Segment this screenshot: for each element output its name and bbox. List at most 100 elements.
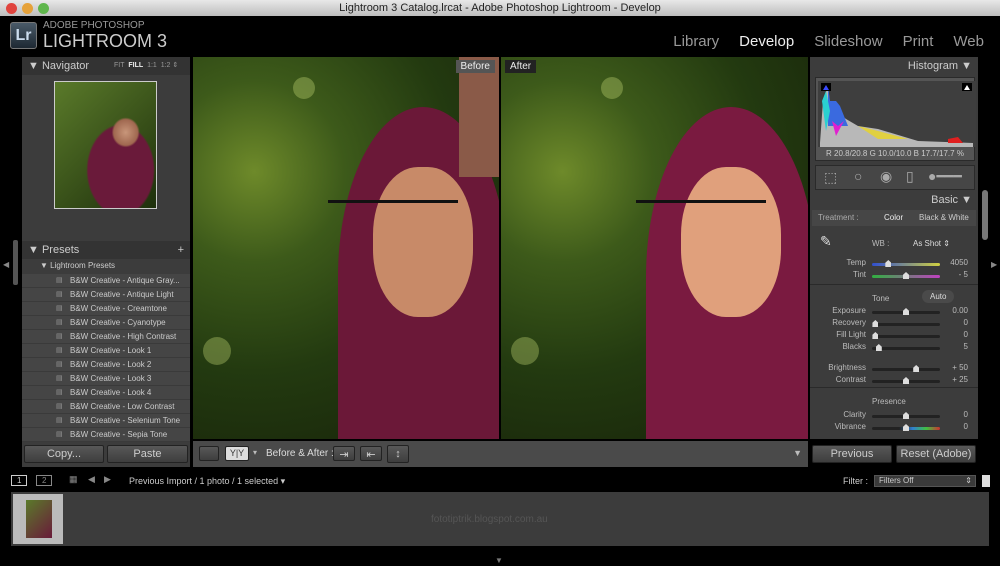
left-scrollbar[interactable] bbox=[13, 240, 18, 285]
slider-thumb[interactable] bbox=[913, 365, 920, 372]
add-preset-button[interactable]: + bbox=[178, 241, 184, 259]
preset-item[interactable]: B&W Creative - Look 1 bbox=[22, 344, 190, 358]
zoom-fill[interactable]: FILL bbox=[128, 62, 143, 69]
slider-track[interactable] bbox=[872, 320, 940, 327]
slider-track[interactable] bbox=[872, 344, 940, 351]
slider-thumb[interactable] bbox=[903, 412, 909, 419]
filmstrip-source[interactable]: Previous Import / 1 photo / 1 selected ▾ bbox=[129, 476, 285, 487]
reset-button[interactable]: Reset (Adobe) bbox=[896, 445, 976, 463]
slider-track[interactable] bbox=[872, 424, 940, 431]
preset-item[interactable]: B&W Creative - Look 4 bbox=[22, 386, 190, 400]
slider-vibrance[interactable]: Vibrance 0 bbox=[810, 422, 978, 434]
view-dropdown-icon[interactable]: ▾ bbox=[253, 448, 257, 457]
after-photo[interactable]: After bbox=[501, 57, 808, 439]
slider-tint[interactable]: Tint - 5 bbox=[810, 270, 978, 282]
spot-removal-icon[interactable]: ○ bbox=[854, 168, 862, 184]
slider-track[interactable] bbox=[872, 412, 940, 419]
preset-item[interactable]: B&W Creative - Creamtone bbox=[22, 302, 190, 316]
slider-recovery[interactable]: Recovery 0 bbox=[810, 318, 978, 330]
histogram-header[interactable]: Histogram ▼ bbox=[908, 60, 972, 72]
treatment-bw[interactable]: Black & White bbox=[919, 210, 969, 226]
preset-item[interactable]: B&W Creative - High Contrast bbox=[22, 330, 190, 344]
slider-value[interactable]: 0 bbox=[964, 318, 968, 327]
slider-thumb[interactable] bbox=[872, 332, 879, 339]
slider-value[interactable]: 5 bbox=[964, 342, 968, 351]
slider-value[interactable]: + 50 bbox=[952, 363, 968, 372]
paste-button[interactable]: Paste bbox=[107, 445, 188, 463]
basic-header[interactable]: Basic ▼ bbox=[931, 194, 972, 206]
module-web[interactable]: Web bbox=[953, 33, 984, 50]
treatment-color[interactable]: Color bbox=[884, 210, 903, 226]
preset-item[interactable]: B&W Creative - Antique Gray... bbox=[22, 274, 190, 288]
close-button[interactable] bbox=[6, 3, 17, 14]
slider-track[interactable] bbox=[872, 365, 940, 372]
slider-value[interactable]: + 25 bbox=[952, 375, 968, 384]
filmstrip-thumbnail[interactable] bbox=[13, 494, 63, 544]
main-screen-button[interactable]: 1 bbox=[11, 475, 28, 486]
crop-tool-icon[interactable]: ⬚ bbox=[824, 169, 837, 186]
minimize-button[interactable] bbox=[22, 3, 33, 14]
previous-button[interactable]: Previous bbox=[812, 445, 892, 463]
filter-select[interactable]: Filters Off ⇕ bbox=[874, 475, 976, 487]
slider-track[interactable] bbox=[872, 260, 940, 267]
second-screen-button[interactable]: 2 bbox=[36, 475, 53, 486]
wb-eyedropper-icon[interactable]: ✎ bbox=[820, 233, 832, 250]
slider-value[interactable]: - 5 bbox=[959, 270, 968, 279]
right-panel-toggle-icon[interactable]: ▶ bbox=[991, 260, 997, 269]
grid-view-icon[interactable]: ▦ bbox=[69, 474, 78, 485]
slider-contrast[interactable]: Contrast + 25 bbox=[810, 375, 978, 387]
auto-tone-button[interactable]: Auto bbox=[922, 290, 955, 303]
slider-track[interactable] bbox=[872, 377, 940, 384]
preset-item[interactable]: B&W Creative - Look 3 bbox=[22, 372, 190, 386]
slider-value[interactable]: 0 bbox=[964, 410, 968, 419]
slider-thumb[interactable] bbox=[903, 308, 909, 315]
zoom-1-1[interactable]: 1:1 bbox=[147, 62, 157, 69]
forward-arrow-icon[interactable]: ▶ bbox=[104, 474, 111, 485]
zoom-1-2[interactable]: 1:2 bbox=[161, 62, 171, 69]
slider-thumb[interactable] bbox=[903, 377, 909, 384]
slider-value[interactable]: 0.00 bbox=[952, 306, 968, 315]
adjustment-brush-icon[interactable]: ●━━━ bbox=[928, 168, 962, 185]
zoom-fit[interactable]: FIT bbox=[114, 62, 125, 69]
slider-value[interactable]: 4050 bbox=[950, 258, 968, 267]
red-eye-icon[interactable]: ◉ bbox=[880, 168, 892, 185]
preset-item[interactable]: B&W Creative - Cyanotype bbox=[22, 316, 190, 330]
before-photo[interactable]: Before bbox=[193, 57, 499, 439]
swap-before-after-button[interactable]: ↕ bbox=[387, 445, 409, 463]
slider-thumb[interactable] bbox=[903, 424, 909, 431]
module-slideshow[interactable]: Slideshow bbox=[814, 33, 882, 50]
right-scrollbar[interactable] bbox=[982, 190, 988, 240]
preset-item[interactable]: B&W Creative - Low Contrast bbox=[22, 400, 190, 414]
filmstrip-toggle-icon[interactable]: ▼ bbox=[495, 556, 503, 565]
slider-track[interactable] bbox=[872, 308, 940, 315]
slider-value[interactable]: 0 bbox=[964, 422, 968, 431]
left-panel-toggle-icon[interactable]: ◀ bbox=[3, 260, 9, 269]
toolbar-menu-icon[interactable]: ▼ bbox=[793, 448, 802, 458]
zoom-button[interactable] bbox=[38, 3, 49, 14]
presets-header[interactable]: ▼ Presets + bbox=[22, 241, 190, 259]
graduated-filter-icon[interactable]: ▯ bbox=[906, 168, 914, 185]
navigator-header[interactable]: ▼ Navigator FIT FILL 1:1 1:2 ⇕ bbox=[22, 57, 190, 75]
copy-after-to-before-button[interactable]: ⇤ bbox=[360, 446, 382, 461]
module-print[interactable]: Print bbox=[903, 33, 934, 50]
slider-blacks[interactable]: Blacks 5 bbox=[810, 342, 978, 354]
slider-track[interactable] bbox=[872, 332, 940, 339]
navigator-preview[interactable] bbox=[54, 81, 157, 209]
slider-thumb[interactable] bbox=[872, 320, 879, 327]
slider-thumb[interactable] bbox=[903, 272, 909, 279]
copy-button[interactable]: Copy... bbox=[24, 445, 104, 463]
slider-value[interactable]: 0 bbox=[964, 330, 968, 339]
slider-clarity[interactable]: Clarity 0 bbox=[810, 410, 978, 422]
slider-exposure[interactable]: Exposure 0.00 bbox=[810, 306, 978, 318]
slider-thumb[interactable] bbox=[885, 260, 892, 267]
wb-select[interactable]: As Shot ⇕ bbox=[913, 239, 950, 248]
copy-before-to-after-button[interactable]: ⇥ bbox=[333, 446, 355, 461]
slider-temp[interactable]: Temp 4050 bbox=[810, 258, 978, 270]
module-library[interactable]: Library bbox=[673, 33, 719, 50]
module-develop[interactable]: Develop bbox=[739, 33, 794, 50]
slider-brightness[interactable]: Brightness + 50 bbox=[810, 363, 978, 375]
filter-lock-icon[interactable] bbox=[982, 475, 990, 487]
before-after-view-button[interactable]: Y|Y bbox=[225, 446, 249, 461]
loupe-view-button[interactable] bbox=[199, 446, 219, 461]
preset-item[interactable]: B&W Creative - Look 2 bbox=[22, 358, 190, 372]
